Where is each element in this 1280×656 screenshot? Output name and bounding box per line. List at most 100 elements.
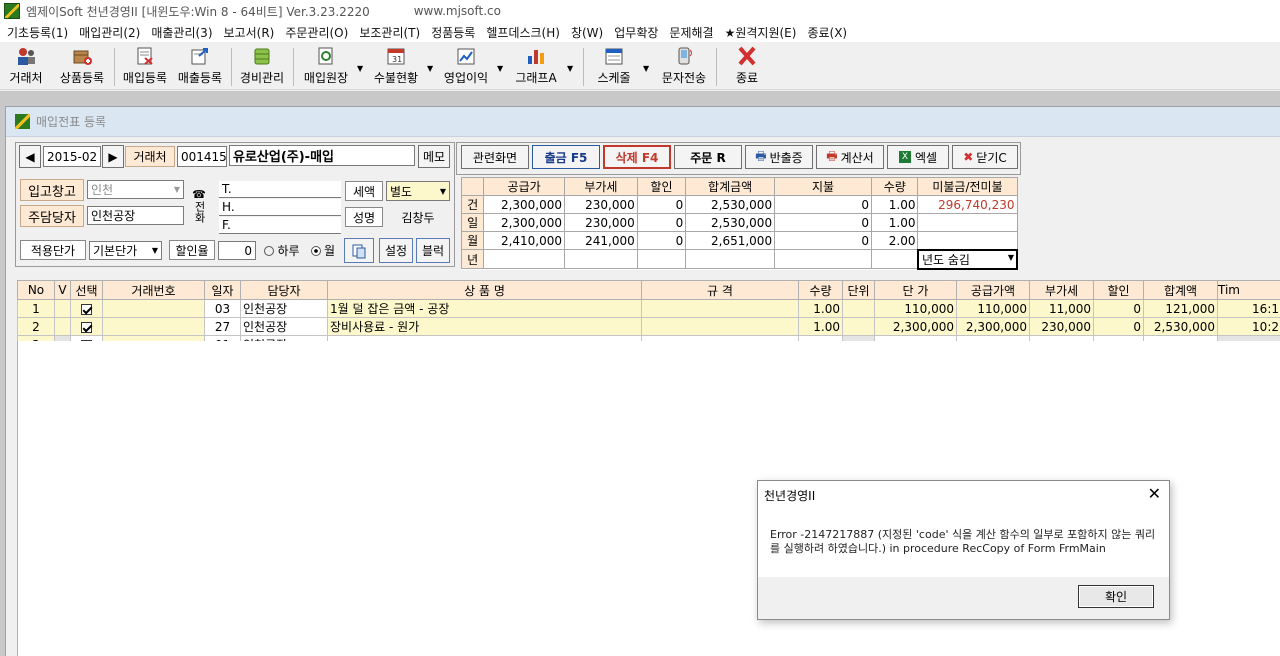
- spec-cell[interactable]: [641, 299, 799, 318]
- checkbox-checked[interactable]: [81, 303, 92, 315]
- stock-status-button[interactable]: 31 수불현황: [370, 46, 422, 88]
- spec-cell[interactable]: [641, 317, 799, 336]
- price-cell[interactable]: 2,300,000: [874, 317, 957, 336]
- v-cell[interactable]: [54, 317, 71, 336]
- price-type-select[interactable]: 기본단가 ▼: [89, 241, 162, 260]
- purchase-reg-button[interactable]: 매입등록: [120, 46, 170, 88]
- radio-button-selected[interactable]: [310, 245, 321, 256]
- grid-header[interactable]: 수량: [798, 280, 843, 300]
- menu-extension[interactable]: 업무확장: [611, 24, 666, 41]
- product-cell[interactable]: 1월 덜 잡은 금액 - 공장: [327, 299, 642, 318]
- unit-cell[interactable]: [842, 317, 875, 336]
- menu-helpdesk[interactable]: 헬프데스크(H): [483, 24, 568, 41]
- prev-month-button[interactable]: ◀: [19, 145, 41, 168]
- select-cell[interactable]: [70, 299, 103, 318]
- year-option-select[interactable]: 년도 숨김 ▼: [916, 248, 1019, 270]
- discount-field[interactable]: 0: [218, 241, 256, 260]
- graph-button[interactable]: 그래프A: [510, 46, 562, 88]
- manager-cell[interactable]: 인천공장: [240, 299, 328, 318]
- checkbox-checked[interactable]: [81, 321, 92, 333]
- menu-basic-reg[interactable]: 기초등록(1): [4, 24, 76, 41]
- qty-cell[interactable]: 1.00: [798, 317, 843, 336]
- grid-header[interactable]: 규 격: [641, 280, 799, 300]
- radio-button[interactable]: [264, 245, 275, 256]
- supply-cell[interactable]: 2,300,000: [956, 317, 1030, 336]
- product-reg-button[interactable]: 상품등록: [56, 46, 108, 88]
- discount-cell[interactable]: 0: [1093, 299, 1144, 318]
- select-cell[interactable]: [70, 317, 103, 336]
- manager-cell[interactable]: 인천공장: [240, 317, 328, 336]
- invoice-button[interactable]: 🖶 계산서: [816, 145, 884, 169]
- close-button[interactable]: ✖ 닫기C: [952, 145, 1018, 169]
- menu-sales[interactable]: 매출관리(3): [148, 24, 220, 41]
- vendor-code-field[interactable]: 001415: [177, 146, 227, 167]
- tax-select[interactable]: 별도 ▼: [386, 181, 450, 201]
- menu-reports[interactable]: 보고서(R): [221, 24, 283, 41]
- delete-button[interactable]: 삭제 F4: [603, 145, 671, 169]
- excel-button[interactable]: X 엑셀: [887, 145, 949, 169]
- ok-button[interactable]: 확인: [1078, 585, 1154, 608]
- day-cell[interactable]: 27: [204, 317, 241, 336]
- menu-license[interactable]: 정품등록: [428, 24, 483, 41]
- exit-button[interactable]: 종료: [727, 46, 767, 88]
- manager-field[interactable]: 인천공장: [87, 206, 184, 225]
- chevron-down-icon[interactable]: ▼: [497, 64, 503, 73]
- radio-day[interactable]: 하루: [259, 241, 305, 260]
- block-button[interactable]: 블럭: [416, 238, 450, 263]
- sales-profit-button[interactable]: 영업이익: [440, 46, 492, 88]
- sales-reg-button[interactable]: 매출등록: [175, 46, 225, 88]
- chevron-down-icon[interactable]: ▼: [643, 64, 649, 73]
- grid-header[interactable]: 단위: [842, 280, 875, 300]
- grid-header[interactable]: 할인: [1093, 280, 1144, 300]
- schedule-button[interactable]: 스케줄: [590, 46, 638, 88]
- settings-button[interactable]: 설정: [379, 238, 413, 263]
- vat-cell[interactable]: 11,000: [1029, 299, 1094, 318]
- warehouse-select[interactable]: 인천 ▼: [87, 180, 184, 199]
- qty-cell[interactable]: 1.00: [798, 299, 843, 318]
- grid-header[interactable]: 담당자: [240, 280, 328, 300]
- day-cell[interactable]: 03: [204, 299, 241, 318]
- menu-remote[interactable]: ★원격지원(E): [722, 24, 805, 41]
- grid-header[interactable]: 선택: [70, 280, 103, 300]
- chevron-down-icon[interactable]: ▼: [427, 64, 433, 73]
- v-cell[interactable]: [54, 299, 71, 318]
- payment-button[interactable]: 출금 F5: [532, 145, 600, 169]
- menu-exit[interactable]: 종료(X): [804, 24, 855, 41]
- trade-number-cell[interactable]: [102, 317, 205, 336]
- total-cell[interactable]: 121,000: [1143, 299, 1218, 318]
- grid-header[interactable]: 공급가액: [956, 280, 1030, 300]
- vendor-name-field[interactable]: 유로산업(주)-매입: [229, 145, 415, 166]
- vendor-button[interactable]: 거래처: [6, 46, 46, 88]
- order-button[interactable]: 주문 R: [674, 145, 742, 169]
- phone-f-field[interactable]: F.: [219, 217, 341, 234]
- chevron-down-icon[interactable]: ▼: [567, 64, 573, 73]
- grid-header[interactable]: 거래번호: [102, 280, 205, 300]
- trade-number-cell[interactable]: [102, 299, 205, 318]
- phone-h-field[interactable]: H.: [219, 199, 341, 216]
- receipt-button[interactable]: 🖶 반출증: [745, 145, 813, 169]
- grid-header[interactable]: 합계액: [1143, 280, 1218, 300]
- grid-header[interactable]: 상 품 명: [327, 280, 642, 300]
- discount-cell[interactable]: 0: [1093, 317, 1144, 336]
- purchase-ledger-button[interactable]: 매입원장: [300, 46, 352, 88]
- grid-header[interactable]: 부가세: [1029, 280, 1094, 300]
- product-cell[interactable]: 장비사용료 - 원가: [327, 317, 642, 336]
- related-screen-button[interactable]: 관련화면: [461, 145, 529, 169]
- supply-cell[interactable]: 110,000: [956, 299, 1030, 318]
- vat-cell[interactable]: 230,000: [1029, 317, 1094, 336]
- grid-header[interactable]: No: [17, 280, 55, 300]
- grid-header[interactable]: Tim: [1217, 280, 1280, 300]
- grid-header[interactable]: 단 가: [874, 280, 957, 300]
- menu-purchase[interactable]: 매입관리(2): [76, 24, 148, 41]
- month-field[interactable]: 2015-02: [43, 146, 101, 167]
- menu-orders[interactable]: 주문관리(O): [282, 24, 356, 41]
- table-row[interactable]: 2 27 인천공장 장비사용료 - 원가 1.00 2,300,000 2,30…: [17, 317, 1280, 336]
- menu-troubleshoot[interactable]: 문제해결: [666, 24, 721, 41]
- menu-window[interactable]: 창(W): [568, 24, 611, 41]
- close-icon[interactable]: ✕: [1148, 484, 1161, 503]
- time-cell[interactable]: 10:2: [1217, 317, 1280, 336]
- price-cell[interactable]: 110,000: [874, 299, 957, 318]
- table-row[interactable]: 1 03 인천공장 1월 덜 잡은 금액 - 공장 1.00 110,000 1…: [17, 299, 1280, 318]
- next-month-button[interactable]: ▶: [102, 145, 124, 168]
- grid-header[interactable]: V: [54, 280, 71, 300]
